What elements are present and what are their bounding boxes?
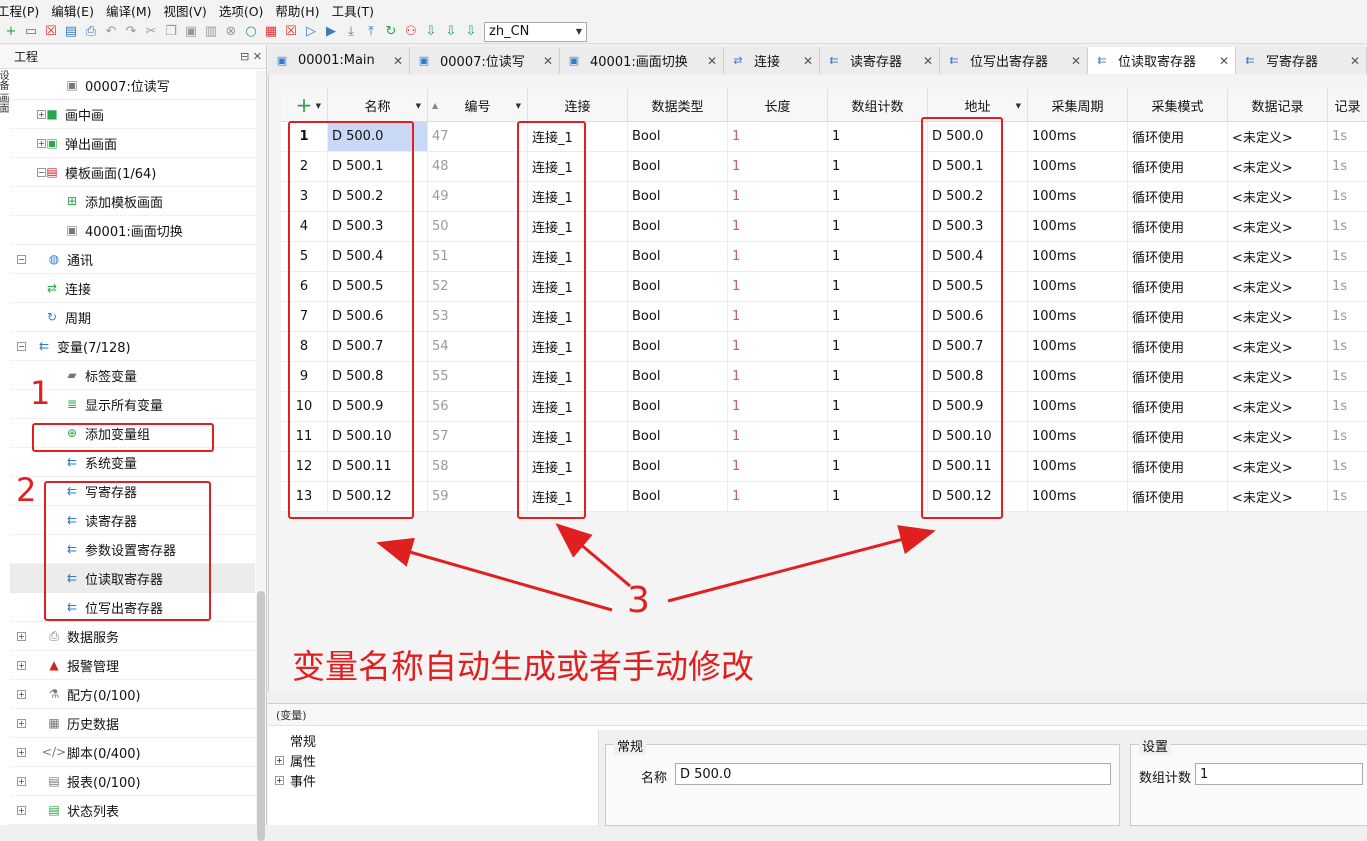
arrow-to-name-column xyxy=(376,537,613,612)
annotation-arrows xyxy=(376,523,936,612)
arrow-to-connection-column xyxy=(555,523,631,588)
arrow-to-address-column xyxy=(667,525,936,603)
